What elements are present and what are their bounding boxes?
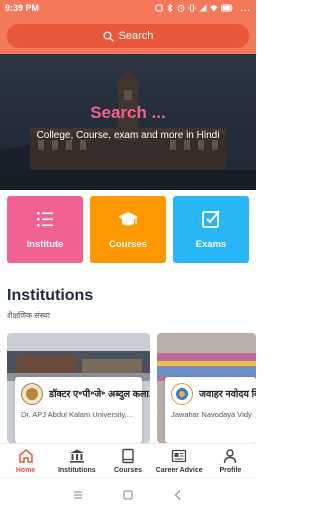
person-icon xyxy=(224,449,237,464)
courses-tile[interactable]: Courses xyxy=(90,196,166,263)
institution-info: जवाहर नवोदय विद्याल Jawahar Navodaya Vid… xyxy=(165,377,256,443)
search-label: Search xyxy=(118,30,154,42)
institutions-heading: Institutions xyxy=(7,287,94,304)
institution-logo xyxy=(171,383,193,405)
courses-tile-label: Courses xyxy=(108,239,147,250)
graduation-cap-icon xyxy=(118,212,138,226)
hero-subtitle: College, Course, exam and more in Hindi xyxy=(36,130,220,141)
institution-name-hindi: जवाहर नवोदय विद्याल xyxy=(199,389,256,400)
institution-icon xyxy=(69,449,84,463)
signal-icon xyxy=(199,4,207,12)
institution-name-hindi: डॉक्टर ए॰पी॰जे॰ अब्दुल कला... xyxy=(49,389,150,400)
status-more: ... xyxy=(240,3,251,13)
nav-profile[interactable]: Profile xyxy=(205,444,256,477)
institution-card[interactable]: डॉक्टर ए॰पी॰जे॰ अब्दुल कला... Dr. APJ Ab… xyxy=(7,333,150,443)
nav-career-advice[interactable]: Career Advice xyxy=(154,444,205,477)
home-button-icon[interactable] xyxy=(122,489,134,501)
institute-tile-label: Institute xyxy=(26,239,64,250)
list-icon xyxy=(37,212,53,227)
newspaper-icon xyxy=(172,449,187,463)
system-navigation-bar xyxy=(0,477,256,512)
institute-tile[interactable]: Institute xyxy=(7,196,83,263)
institution-logo xyxy=(21,383,43,405)
menu-icon[interactable] xyxy=(72,489,84,501)
institution-name-english: Jawahar Navodaya Vidy xyxy=(171,410,252,419)
hero-banner: Search ... College, Course, exam and mor… xyxy=(0,54,256,190)
alarm-icon xyxy=(178,4,185,12)
nav-institutions-label: Institutions xyxy=(57,467,96,474)
hero-title: Search ... xyxy=(90,103,166,122)
home-icon xyxy=(18,449,33,463)
book-icon xyxy=(122,448,134,464)
notification-icon xyxy=(155,4,163,12)
status-icons: ... xyxy=(155,3,251,13)
institution-name-english: Dr. APJ Abdul Kalam University,... xyxy=(21,410,133,419)
nav-home[interactable]: Home xyxy=(0,444,51,477)
bluetooth-icon xyxy=(168,4,174,12)
vibrate-icon xyxy=(189,4,196,12)
search-bar[interactable]: Search xyxy=(7,24,249,48)
nav-profile-label: Profile xyxy=(219,467,242,474)
bottom-navigation: Home Institutions Courses Career Advice … xyxy=(0,443,256,477)
checkbox-icon xyxy=(202,210,220,228)
wifi-icon xyxy=(210,5,219,12)
status-time: 9:39 PM xyxy=(5,3,40,13)
status-bar: 9:39 PM ... xyxy=(0,0,256,16)
nav-courses-label: Courses xyxy=(114,467,143,474)
institution-card[interactable]: जवाहर नवोदय विद्याल Jawahar Navodaya Vid… xyxy=(157,333,256,443)
nav-courses[interactable]: Courses xyxy=(102,444,153,477)
nav-home-label: Home xyxy=(15,467,36,474)
top-bar: Search xyxy=(0,16,256,54)
nav-institutions[interactable]: Institutions xyxy=(51,444,102,477)
category-tiles: Institute Courses Exams xyxy=(0,196,256,264)
institution-info: डॉक्टर ए॰पी॰जे॰ अब्दुल कला... Dr. APJ Ab… xyxy=(15,377,150,443)
search-icon xyxy=(103,30,114,42)
exams-tile[interactable]: Exams xyxy=(173,196,249,263)
exams-tile-label: Exams xyxy=(195,239,227,250)
institutions-subheading: शैक्षणिक संस्था xyxy=(7,311,50,320)
back-icon[interactable] xyxy=(172,489,184,501)
battery-icon xyxy=(221,4,234,12)
nav-career-advice-label: Career Advice xyxy=(155,467,203,474)
